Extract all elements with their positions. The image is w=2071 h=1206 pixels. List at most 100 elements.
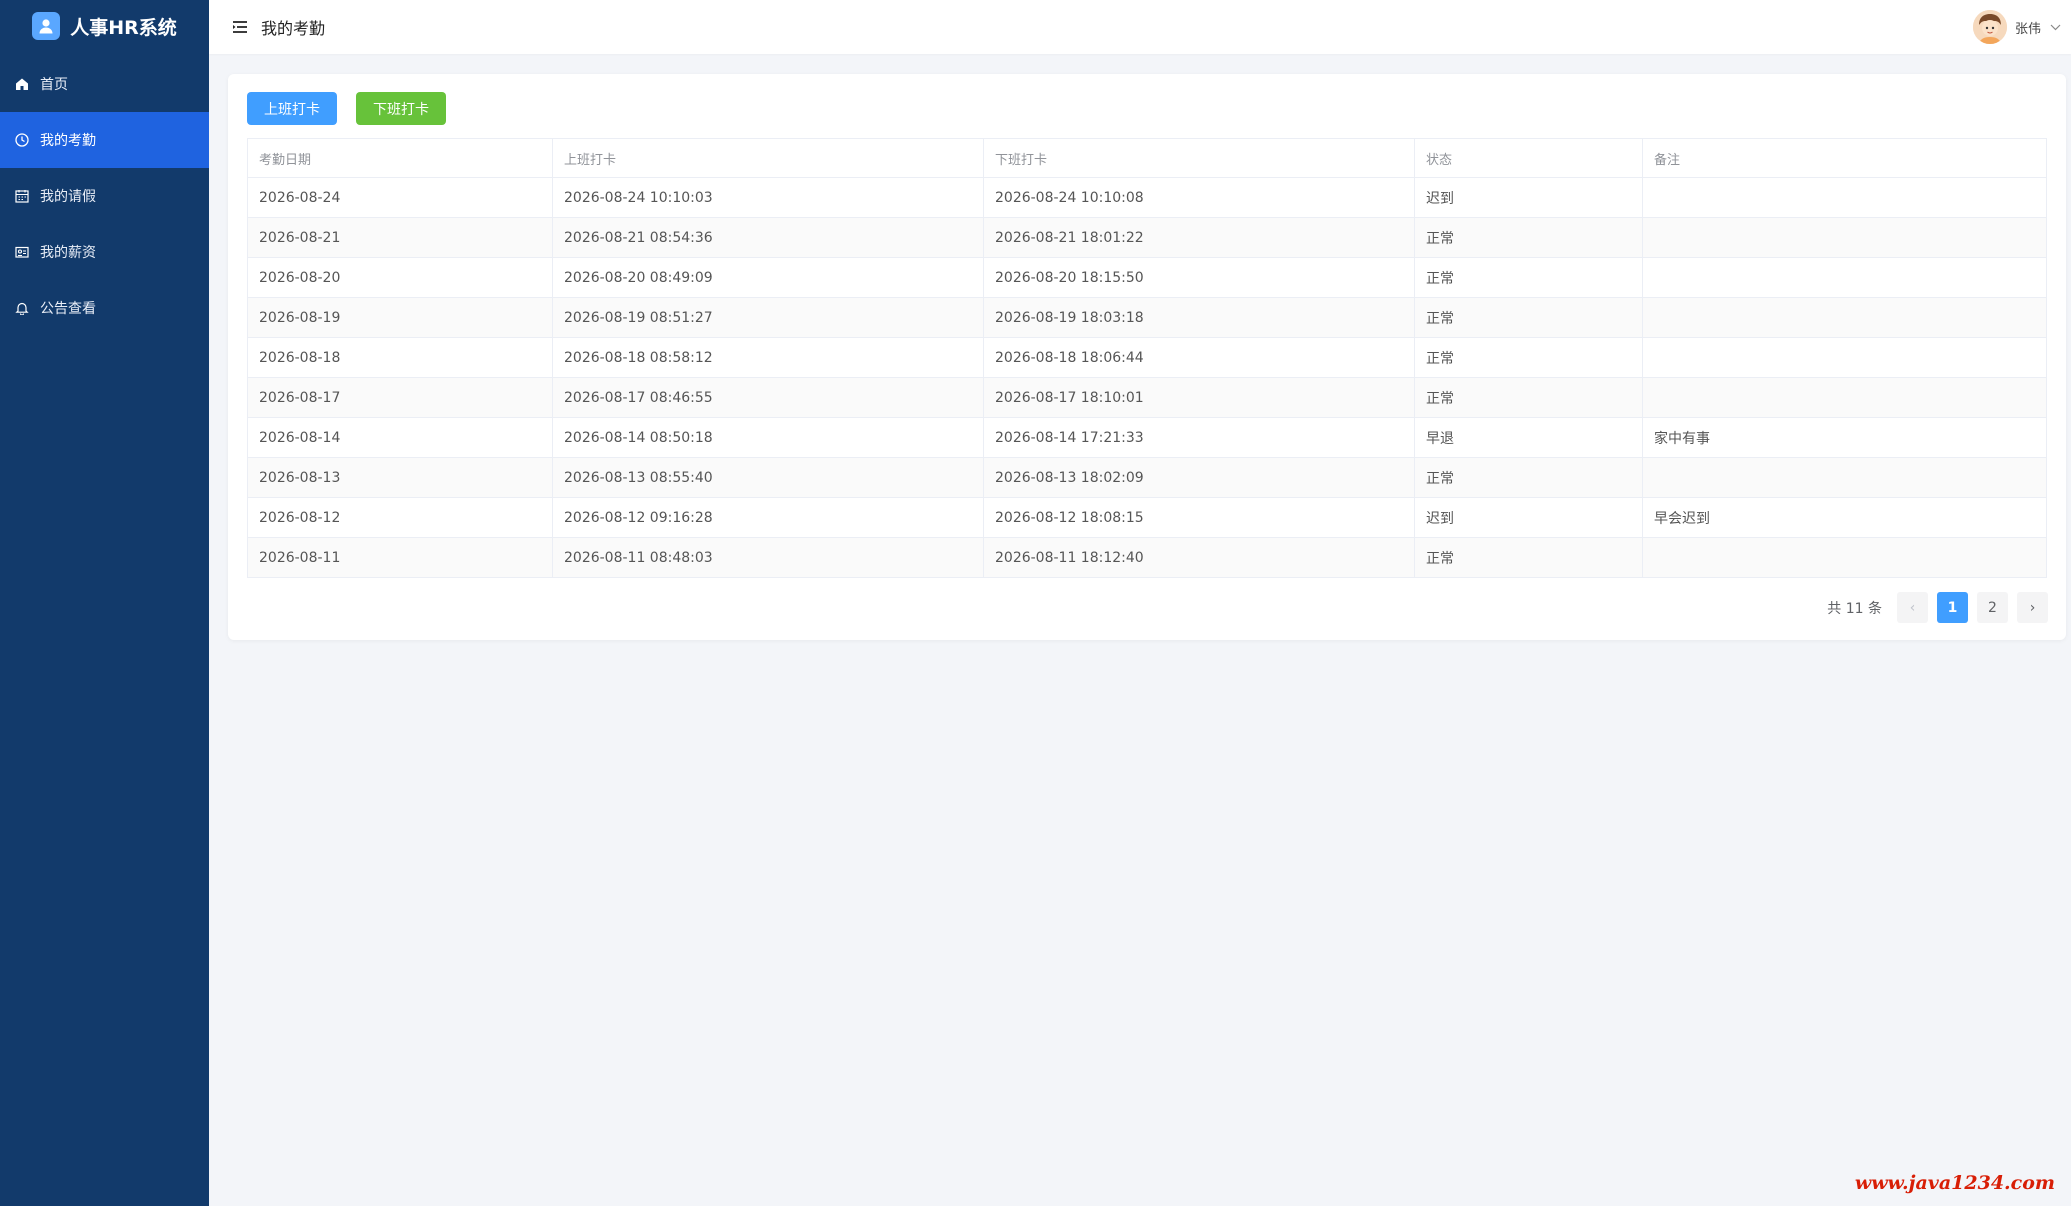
table-cell: 2026-08-14 17:21:33 xyxy=(983,417,1415,458)
table-header-row: 考勤日期 上班打卡 下班打卡 状态 备注 xyxy=(247,138,2047,178)
table-cell: 2026-08-20 xyxy=(247,257,553,298)
table-cell: 2026-08-13 08:55:40 xyxy=(552,457,984,498)
chevron-left-icon: ‹ xyxy=(1909,599,1916,616)
table-cell: 2026-08-24 10:10:03 xyxy=(552,177,984,218)
sidebar-item-label: 首页 xyxy=(40,77,68,93)
table-cell: 2026-08-21 18:01:22 xyxy=(983,217,1415,258)
table-cell: 2026-08-12 xyxy=(247,497,553,538)
top-header: 我的考勤 张伟 xyxy=(209,0,2071,54)
clock-out-button[interactable]: 下班打卡 xyxy=(356,92,446,125)
table-cell xyxy=(1642,297,2047,338)
column-header[interactable]: 考勤日期 xyxy=(247,138,553,178)
sidebar-item-label: 公告查看 xyxy=(40,301,96,317)
table-cell: 正常 xyxy=(1414,457,1643,498)
table-row: 2026-08-11 2026-08-11 08:48:03 2026-08-11 … xyxy=(247,537,2047,578)
table-row: 2026-08-24 2026-08-24 10:10:03 2026-08-24 … xyxy=(247,177,2047,218)
table-cell: 迟到 xyxy=(1414,497,1643,538)
table-cell: 2026-08-17 xyxy=(247,377,553,418)
attendance-card: 上班打卡 下班打卡 考勤日期 上班打卡 下班打卡 状态 备注 2026-08-2… xyxy=(228,74,2066,640)
table-cell: 2026-08-18 xyxy=(247,337,553,378)
table-cell: 2026-08-24 10:10:08 xyxy=(983,177,1415,218)
menu-toggle-icon[interactable] xyxy=(231,18,249,36)
chevron-down-icon xyxy=(2049,21,2061,33)
sidebar-item-home[interactable]: 首页 xyxy=(0,56,209,112)
table-row: 2026-08-14 2026-08-14 08:50:18 2026-08-14 … xyxy=(247,417,2047,458)
sidebar-item-salary[interactable]: 我的薪资 xyxy=(0,224,209,280)
attendance-table: 考勤日期 上班打卡 下班打卡 状态 备注 2026-08-24 2026-08-2… xyxy=(247,138,2047,578)
table-cell xyxy=(1642,337,2047,378)
user-logo-icon xyxy=(32,12,61,40)
table-cell: 2026-08-13 xyxy=(247,457,553,498)
sidebar-item-attendance[interactable]: 我的考勤 xyxy=(0,112,209,168)
table-cell: 2026-08-21 xyxy=(247,217,553,258)
avatar xyxy=(1972,10,2007,44)
table-cell: 2026-08-14 08:50:18 xyxy=(552,417,984,458)
table-cell: 正常 xyxy=(1414,377,1643,418)
table-row: 2026-08-20 2026-08-20 08:49:09 2026-08-20 … xyxy=(247,257,2047,298)
table-cell: 正常 xyxy=(1414,257,1643,298)
brand[interactable]: 人事HR系统 xyxy=(0,0,209,52)
watermark: www.java1234.com xyxy=(1854,1172,2055,1194)
table-row: 2026-08-12 2026-08-12 09:16:28 2026-08-12 … xyxy=(247,497,2047,538)
table-cell: 2026-08-18 08:58:12 xyxy=(552,337,984,378)
table-row: 2026-08-18 2026-08-18 08:58:12 2026-08-18 … xyxy=(247,337,2047,378)
table-cell: 2026-08-20 18:15:50 xyxy=(983,257,1415,298)
user-menu[interactable]: 张伟 xyxy=(1972,0,2061,54)
table-row: 2026-08-19 2026-08-19 08:51:27 2026-08-19 … xyxy=(247,297,2047,338)
prev-page-button[interactable]: ‹ xyxy=(1897,592,1928,623)
table-cell: 2026-08-18 18:06:44 xyxy=(983,337,1415,378)
table-cell: 2026-08-11 18:12:40 xyxy=(983,537,1415,578)
table-cell: 正常 xyxy=(1414,337,1643,378)
next-page-button[interactable]: › xyxy=(2017,592,2048,623)
sidebar-item-label: 我的考勤 xyxy=(40,133,96,149)
table-body: 2026-08-24 2026-08-24 10:10:03 2026-08-24 … xyxy=(247,177,2047,578)
table-cell xyxy=(1642,457,2047,498)
table-cell xyxy=(1642,537,2047,578)
table-row: 2026-08-17 2026-08-17 08:46:55 2026-08-17 … xyxy=(247,377,2047,418)
bell-icon xyxy=(14,300,30,316)
table-cell: 迟到 xyxy=(1414,177,1643,218)
table-cell: 早会迟到 xyxy=(1642,497,2047,538)
column-header[interactable]: 上班打卡 xyxy=(552,138,984,178)
table-cell: 2026-08-19 08:51:27 xyxy=(552,297,984,338)
table-cell: 2026-08-24 xyxy=(247,177,553,218)
brand-name: 人事HR系统 xyxy=(70,16,177,39)
table-cell: 2026-08-13 18:02:09 xyxy=(983,457,1415,498)
table-cell: 2026-08-12 09:16:28 xyxy=(552,497,984,538)
table-cell: 2026-08-14 xyxy=(247,417,553,458)
table-cell: 正常 xyxy=(1414,537,1643,578)
table-cell: 2026-08-19 18:03:18 xyxy=(983,297,1415,338)
page-title: 我的考勤 xyxy=(261,19,326,38)
sidebar-item-leave[interactable]: 我的请假 xyxy=(0,168,209,224)
table-cell xyxy=(1642,257,2047,298)
page-button-2[interactable]: 2 xyxy=(1977,592,2008,623)
table-cell xyxy=(1642,377,2047,418)
calendar-icon xyxy=(14,188,30,204)
home-icon xyxy=(14,76,30,92)
table-cell: 2026-08-21 08:54:36 xyxy=(552,217,984,258)
table-cell xyxy=(1642,177,2047,218)
table-cell xyxy=(1642,217,2047,258)
clock-icon xyxy=(14,132,30,148)
user-name: 张伟 xyxy=(2014,21,2041,37)
table-cell: 早退 xyxy=(1414,417,1643,458)
clock-in-button[interactable]: 上班打卡 xyxy=(247,92,337,125)
column-header[interactable]: 状态 xyxy=(1414,138,1643,178)
pagination: 共 11 条 ‹ 1 2 › xyxy=(1827,592,2048,623)
column-header[interactable]: 下班打卡 xyxy=(983,138,1415,178)
table-cell: 正常 xyxy=(1414,217,1643,258)
chevron-right-icon: › xyxy=(2029,599,2036,616)
table-row: 2026-08-13 2026-08-13 08:55:40 2026-08-13 … xyxy=(247,457,2047,498)
wallet-icon xyxy=(14,244,30,260)
sidebar-nav: 首页 我的考勤 我的请假 我的薪资 公告查看 xyxy=(0,56,209,336)
total-count: 共 11 条 xyxy=(1827,600,1882,617)
column-header[interactable]: 备注 xyxy=(1642,138,2047,178)
table-cell: 正常 xyxy=(1414,297,1643,338)
table-row: 2026-08-21 2026-08-21 08:54:36 2026-08-21 … xyxy=(247,217,2047,258)
sidebar: 人事HR系统 首页 我的考勤 我的请假 我的薪资 公告查看 xyxy=(0,0,209,1206)
table-cell: 2026-08-12 18:08:15 xyxy=(983,497,1415,538)
sidebar-item-notices[interactable]: 公告查看 xyxy=(0,280,209,336)
table-cell: 2026-08-19 xyxy=(247,297,553,338)
table-cell: 2026-08-17 18:10:01 xyxy=(983,377,1415,418)
page-button-1[interactable]: 1 xyxy=(1937,592,1968,623)
